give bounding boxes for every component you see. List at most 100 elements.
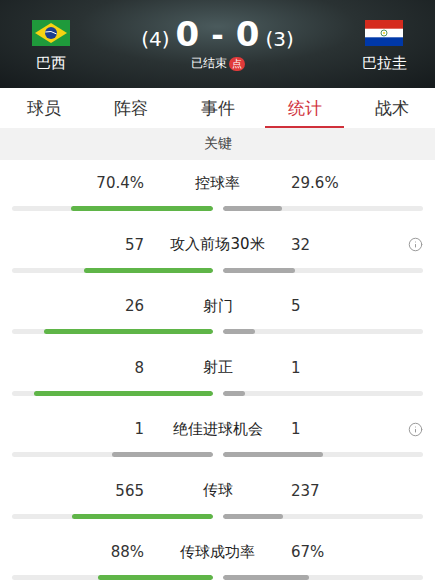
away-bar-fill (223, 514, 283, 519)
home-penalty: (4) (141, 27, 169, 51)
away-value: 29.6% (291, 174, 339, 192)
brazil-flag-icon (32, 20, 70, 46)
home-bar-fill (71, 206, 212, 211)
home-bar-fill (98, 575, 212, 580)
away-bar (223, 268, 424, 273)
stat-label: 传球成功率 (150, 543, 285, 562)
match-status: 已结束点 (191, 55, 245, 72)
away-penalty: (3) (265, 27, 293, 51)
tab[interactable]: 球员 (0, 88, 87, 128)
stat-bars (12, 452, 423, 457)
section-title: 关键 (0, 128, 435, 160)
stat-row: 88%传球成功率 67% (0, 529, 435, 586)
stat-row: 26射门 5 (0, 283, 435, 345)
away-bar-fill (223, 452, 323, 457)
home-value: 70.4% (12, 174, 150, 192)
home-bar (12, 452, 213, 457)
away-bar (223, 452, 424, 457)
away-bar (223, 329, 424, 334)
home-bar (12, 206, 213, 211)
stat-label: 控球率 (150, 174, 285, 193)
stat-bars (12, 268, 423, 273)
stat-label: 射正 (150, 358, 285, 377)
stat-text-line: 565传球 237 (12, 481, 423, 501)
stat-row: 70.4%控球率 29.6% (0, 160, 435, 222)
away-value: 1 (291, 359, 301, 377)
away-cell: 67% (285, 543, 423, 561)
away-cell: 29.6% (285, 174, 423, 192)
home-value: 88% (12, 543, 150, 561)
away-bar (223, 575, 424, 580)
away-team-name: 巴拉圭 (362, 54, 407, 72)
score-line: (4)0-0(3) (141, 16, 293, 53)
stat-bars (12, 329, 423, 334)
home-bar-fill (112, 452, 212, 457)
tab[interactable]: 统计 (261, 88, 348, 128)
home-value: 565 (12, 482, 150, 500)
stat-label: 射门 (150, 297, 285, 316)
stat-bars (12, 514, 423, 519)
tab-bar: 球员阵容事件统计战术 (0, 88, 435, 128)
home-bar-fill (72, 514, 212, 519)
away-value: 32 (291, 236, 310, 254)
tab[interactable]: 阵容 (87, 88, 174, 128)
away-cell: 1 (285, 359, 423, 377)
home-value: 57 (12, 236, 150, 254)
status-text: 已结束 (191, 55, 227, 72)
away-cell: 5 (285, 297, 423, 315)
home-value: 8 (12, 359, 150, 377)
penalty-badge: 点 (229, 57, 245, 71)
home-team-name: 巴西 (36, 54, 66, 72)
score-separator: - (211, 18, 223, 53)
stat-label: 传球 (150, 481, 285, 500)
home-bar (12, 391, 213, 396)
away-bar-fill (223, 575, 309, 580)
paraguay-flag-icon (365, 20, 403, 46)
stat-text-line: 26射门 5 (12, 296, 423, 316)
away-value: 237 (291, 482, 320, 500)
away-bar (223, 391, 424, 396)
away-score: 0 (236, 16, 260, 53)
stat-text-line: 1绝佳进球机会1 (12, 419, 423, 439)
stat-bars (12, 206, 423, 211)
home-bar-fill (44, 329, 212, 334)
tab[interactable]: 战术 (348, 88, 435, 128)
away-value: 1 (291, 420, 301, 438)
away-bar-fill (223, 206, 282, 211)
info-icon[interactable] (408, 422, 423, 437)
info-icon[interactable] (408, 237, 423, 252)
home-bar-fill (84, 268, 212, 273)
away-cell: 237 (285, 482, 423, 500)
away-bar-fill (223, 391, 245, 396)
home-value: 1 (12, 420, 150, 438)
stat-text-line: 8射正 1 (12, 358, 423, 378)
home-bar-fill (34, 391, 212, 396)
score-board: (4)0-0(3)已结束点 (102, 16, 333, 72)
stat-bars (12, 391, 423, 396)
tab[interactable]: 事件 (174, 88, 261, 128)
match-stats-page: 巴西(4)0-0(3)已结束点巴拉圭球员阵容事件统计战术关键70.4%控球率29… (0, 0, 435, 586)
stat-row: 57攻入前场30米 32 (0, 222, 435, 284)
stat-label: 攻入前场30米 (150, 235, 285, 254)
away-bar-fill (223, 329, 255, 334)
home-bar (12, 575, 213, 580)
away-bar (223, 514, 424, 519)
stat-bars (12, 575, 423, 580)
away-value: 5 (291, 297, 301, 315)
stat-text-line: 70.4%控球率 29.6% (12, 173, 423, 193)
away-bar-fill (223, 268, 295, 273)
away-cell: 1 (285, 420, 423, 438)
home-bar (12, 329, 213, 334)
home-team[interactable]: 巴西 (0, 16, 102, 72)
stat-text-line: 57攻入前场30米 32 (12, 235, 423, 255)
stat-label: 绝佳进球机会 (150, 420, 285, 439)
away-value: 67% (291, 543, 324, 561)
home-value: 26 (12, 297, 150, 315)
stat-row: 8射正 1 (0, 345, 435, 407)
away-cell: 32 (285, 236, 423, 254)
stat-text-line: 88%传球成功率 67% (12, 542, 423, 562)
stat-row: 565传球 237 (0, 468, 435, 530)
home-score: 0 (176, 16, 200, 53)
home-bar (12, 514, 213, 519)
away-team[interactable]: 巴拉圭 (333, 16, 435, 72)
